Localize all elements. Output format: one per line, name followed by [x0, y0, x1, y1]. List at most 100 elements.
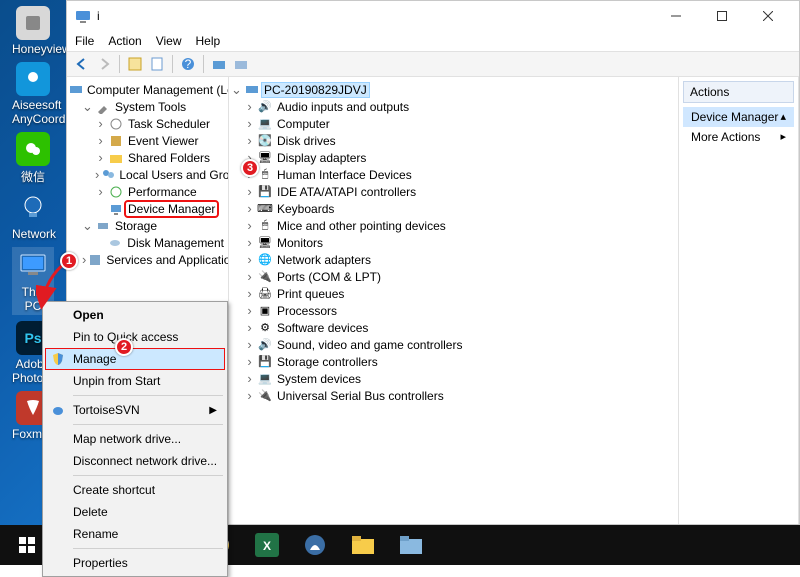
ctx-unpin[interactable]: Unpin from Start	[45, 370, 225, 392]
ctx-disconnect[interactable]: Disconnect network drive...	[45, 450, 225, 472]
desktop-icon-network[interactable]: Network	[12, 191, 54, 241]
menu-help[interactable]: Help	[196, 34, 221, 48]
device-icon: 💾	[257, 184, 273, 200]
ctx-delete[interactable]: Delete	[45, 501, 225, 523]
ctx-pin[interactable]: Pin to Quick access	[45, 326, 225, 348]
expand-icon[interactable]: ›	[95, 135, 106, 146]
device-category[interactable]: ›💻Computer	[231, 115, 676, 132]
tree-performance[interactable]: ›Performance	[69, 183, 226, 200]
expand-icon[interactable]: ›	[244, 373, 255, 384]
tree-diskmgmt[interactable]: Disk Management	[69, 234, 226, 251]
desktop-icon-honeyview[interactable]: Honeyview	[12, 6, 54, 56]
expand-icon[interactable]: ›	[244, 271, 255, 282]
tree-taskscheduler[interactable]: ›Task Scheduler	[69, 115, 226, 132]
device-category[interactable]: ›🖥Monitors	[231, 234, 676, 251]
titlebar[interactable]: i	[67, 1, 799, 31]
ctx-properties[interactable]: Properties	[45, 552, 225, 574]
tree-devicemanager[interactable]: Device Manager	[69, 200, 226, 217]
taskbar-app[interactable]	[292, 525, 338, 565]
toolbar-icon[interactable]	[232, 55, 250, 73]
device-category[interactable]: ›🖥Display adapters	[231, 149, 676, 166]
expand-icon[interactable]: ›	[95, 186, 106, 197]
ctx-open[interactable]: Open	[45, 304, 225, 326]
expand-icon[interactable]: ›	[95, 169, 99, 180]
device-category[interactable]: ›🖨Print queues	[231, 285, 676, 302]
device-category[interactable]: ›🔊Audio inputs and outputs	[231, 98, 676, 115]
forward-button[interactable]	[95, 55, 113, 73]
expand-icon[interactable]: ›	[244, 288, 255, 299]
expand-icon[interactable]: ›	[95, 152, 106, 163]
expand-icon[interactable]: ›	[244, 390, 255, 401]
toolbar-icon[interactable]	[210, 55, 228, 73]
taskbar-explorer[interactable]	[340, 525, 386, 565]
ctx-shortcut[interactable]: Create shortcut	[45, 479, 225, 501]
device-category[interactable]: ›🖱Human Interface Devices	[231, 166, 676, 183]
tree-systemtools[interactable]: ⌄System Tools	[69, 98, 226, 115]
expand-icon[interactable]: ›	[244, 305, 255, 316]
desktop-icon-wechat[interactable]: 微信	[12, 132, 54, 185]
device-category[interactable]: ›💾Storage controllers	[231, 353, 676, 370]
ctx-rename[interactable]: Rename	[45, 523, 225, 545]
expand-icon[interactable]: ›	[244, 339, 255, 350]
device-icon: 🖥	[257, 150, 273, 166]
device-icon: 🖱	[257, 218, 273, 234]
ctx-manage[interactable]: Manage	[45, 348, 225, 370]
collapse-icon[interactable]: ⌄	[82, 220, 93, 231]
toolbar-icon[interactable]	[148, 55, 166, 73]
device-category[interactable]: ›🖱Mice and other pointing devices	[231, 217, 676, 234]
device-icon: 🖨	[257, 286, 273, 302]
svg-text:?: ?	[185, 57, 192, 71]
expand-icon[interactable]: ›	[244, 220, 255, 231]
tree-sharedfolders[interactable]: ›Shared Folders	[69, 149, 226, 166]
close-button[interactable]	[745, 1, 791, 31]
tree-root[interactable]: Computer Management (Local)	[69, 81, 226, 98]
svg-text:X: X	[263, 539, 271, 553]
expand-icon[interactable]: ›	[95, 118, 106, 129]
tree-services[interactable]: ›Services and Applications	[69, 251, 226, 268]
device-icon: 🌐	[257, 252, 273, 268]
menu-action[interactable]: Action	[108, 34, 141, 48]
expand-icon[interactable]: ›	[244, 254, 255, 265]
expand-icon[interactable]: ›	[244, 322, 255, 333]
taskbar-explorer2[interactable]	[388, 525, 434, 565]
ctx-tortoisesvn[interactable]: TortoiseSVN▶	[45, 399, 225, 421]
device-category[interactable]: ›🌐Network adapters	[231, 251, 676, 268]
help-button[interactable]: ?	[179, 55, 197, 73]
expand-icon[interactable]: ›	[244, 118, 255, 129]
collapse-icon[interactable]: ⌄	[231, 84, 242, 95]
minimize-button[interactable]	[653, 1, 699, 31]
toolbar-icon[interactable]	[126, 55, 144, 73]
tree-localusers[interactable]: ›Local Users and Groups	[69, 166, 226, 183]
device-category[interactable]: ›💻System devices	[231, 370, 676, 387]
expand-icon[interactable]: ›	[244, 356, 255, 367]
menu-file[interactable]: File	[75, 34, 94, 48]
actions-device-manager[interactable]: Device Manager▴	[683, 107, 794, 127]
menu-view[interactable]: View	[156, 34, 182, 48]
expand-icon[interactable]: ›	[82, 254, 86, 265]
device-category[interactable]: ›⚙Software devices	[231, 319, 676, 336]
tree-eventviewer[interactable]: ›Event Viewer	[69, 132, 226, 149]
device-category[interactable]: ›🔊Sound, video and game controllers	[231, 336, 676, 353]
device-category[interactable]: ›🔌Ports (COM & LPT)	[231, 268, 676, 285]
expand-icon[interactable]: ›	[244, 186, 255, 197]
expand-icon[interactable]: ›	[244, 237, 255, 248]
device-category[interactable]: ›▣Processors	[231, 302, 676, 319]
device-root[interactable]: ⌄PC-20190829JDVJ	[231, 81, 676, 98]
taskbar-excel[interactable]: X	[244, 525, 290, 565]
actions-more[interactable]: More Actions▸	[683, 127, 794, 147]
tree-storage[interactable]: ⌄Storage	[69, 217, 226, 234]
window-title: i	[97, 9, 653, 23]
device-category[interactable]: ›💽Disk drives	[231, 132, 676, 149]
maximize-button[interactable]	[699, 1, 745, 31]
device-category[interactable]: ›🔌Universal Serial Bus controllers	[231, 387, 676, 404]
device-category[interactable]: ›⌨Keyboards	[231, 200, 676, 217]
disk-icon	[108, 235, 124, 251]
desktop-icon-anycoord[interactable]: Aiseesoft AnyCoord	[12, 62, 54, 126]
collapse-icon[interactable]: ⌄	[82, 101, 93, 112]
device-category[interactable]: ›💾IDE ATA/ATAPI controllers	[231, 183, 676, 200]
back-button[interactable]	[73, 55, 91, 73]
ctx-mapdrive[interactable]: Map network drive...	[45, 428, 225, 450]
expand-icon[interactable]: ›	[244, 135, 255, 146]
expand-icon[interactable]: ›	[244, 101, 255, 112]
expand-icon[interactable]: ›	[244, 203, 255, 214]
